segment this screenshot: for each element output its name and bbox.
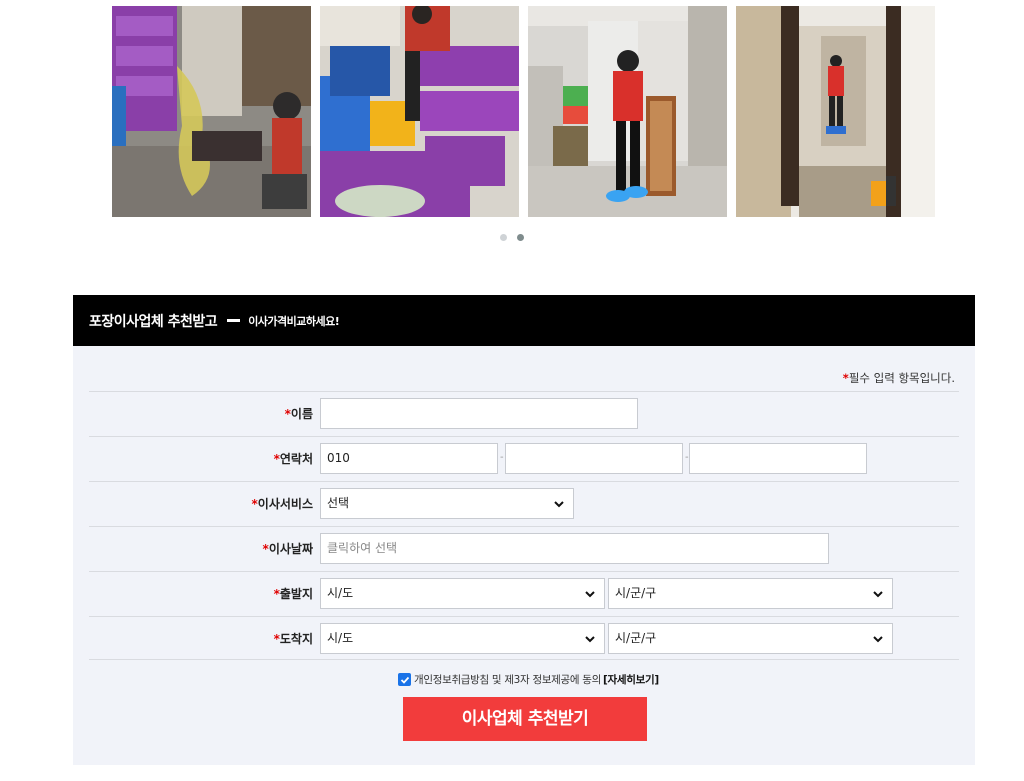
- phone-input-3[interactable]: [689, 443, 867, 474]
- row-name: *이름: [89, 391, 959, 436]
- row-service: *이사서비스 선택: [89, 481, 959, 526]
- service-selected: 선택: [327, 496, 350, 510]
- gallery-photo-1[interactable]: [112, 6, 311, 217]
- row-origin: *출발지 시/도 시/군/구: [89, 571, 959, 616]
- name-label: *이름: [284, 407, 313, 421]
- name-input[interactable]: [320, 398, 638, 429]
- privacy-agree-checkbox[interactable]: [398, 673, 411, 686]
- photo-purple-crates-image: [320, 6, 519, 217]
- gallery-photo-3[interactable]: [528, 6, 727, 217]
- destination-sigungu-select[interactable]: 시/군/구: [608, 623, 893, 654]
- form-title: 포장이사업체 추천받고: [89, 313, 218, 330]
- date-label: *이사날짜: [262, 542, 313, 556]
- row-date: *이사날짜 클릭하여 선택: [89, 526, 959, 571]
- form-divider: [89, 659, 959, 660]
- checkmark-icon: [400, 676, 409, 684]
- phone-label: *연락처: [273, 452, 313, 466]
- origin-sido-select[interactable]: 시/도: [320, 578, 605, 609]
- destination-sigungu-value: 시/군/구: [615, 631, 657, 645]
- required-note-text: 필수 입력 항목입니다.: [848, 371, 955, 385]
- chevron-down-icon: [554, 501, 564, 508]
- privacy-agree-text: 개인정보취급방침 및 제3자 정보제공에 동의: [414, 674, 602, 686]
- phone-input-2[interactable]: [505, 443, 683, 474]
- chevron-down-icon: [585, 591, 595, 598]
- service-label: *이사서비스: [251, 497, 313, 511]
- privacy-agreement: 개인정보취급방침 및 제3자 정보제공에 동의 [자세히보기]: [398, 672, 659, 687]
- origin-sigungu-value: 시/군/구: [615, 586, 657, 600]
- privacy-details-link[interactable]: [자세히보기]: [603, 672, 659, 687]
- chevron-down-icon: [873, 636, 883, 643]
- required-note: *필수 입력 항목입니다.: [843, 370, 955, 386]
- photo-cleaning-chair-image: [112, 6, 311, 217]
- form-header: 포장이사업체 추천받고 이사가격비교하세요!: [73, 295, 975, 346]
- phone-input-1[interactable]: 010: [320, 443, 498, 474]
- gallery-dot-1[interactable]: [500, 234, 507, 241]
- photo-vacuum-hallway-image: [736, 6, 935, 217]
- destination-label: *도착지: [273, 632, 313, 646]
- photo-gallery: [112, 6, 936, 217]
- gallery-photo-4[interactable]: [736, 6, 935, 217]
- chevron-down-icon: [585, 636, 595, 643]
- origin-sido-value: 시/도: [327, 586, 354, 600]
- row-destination: *도착지 시/도 시/군/구: [89, 616, 959, 661]
- photo-wiping-cabinet-image: [528, 6, 727, 217]
- moving-quote-form: 포장이사업체 추천받고 이사가격비교하세요! *필수 입력 항목입니다. *이름…: [73, 295, 975, 765]
- phone-separator-1: -: [500, 452, 504, 463]
- title-dash: [227, 319, 241, 322]
- gallery-photo-2[interactable]: [320, 6, 519, 217]
- gallery-pagination: [0, 234, 1024, 241]
- date-input[interactable]: 클릭하여 선택: [320, 533, 829, 564]
- service-select[interactable]: 선택: [320, 488, 574, 519]
- gallery-dot-2[interactable]: [517, 234, 524, 241]
- form-subtitle: 이사가격비교하세요!: [248, 314, 340, 328]
- destination-sido-value: 시/도: [327, 631, 354, 645]
- row-phone: *연락처 010 - -: [89, 436, 959, 481]
- origin-sigungu-select[interactable]: 시/군/구: [608, 578, 893, 609]
- chevron-down-icon: [873, 591, 883, 598]
- origin-label: *출발지: [273, 587, 313, 601]
- submit-button[interactable]: 이사업체 추천받기: [403, 697, 647, 741]
- destination-sido-select[interactable]: 시/도: [320, 623, 605, 654]
